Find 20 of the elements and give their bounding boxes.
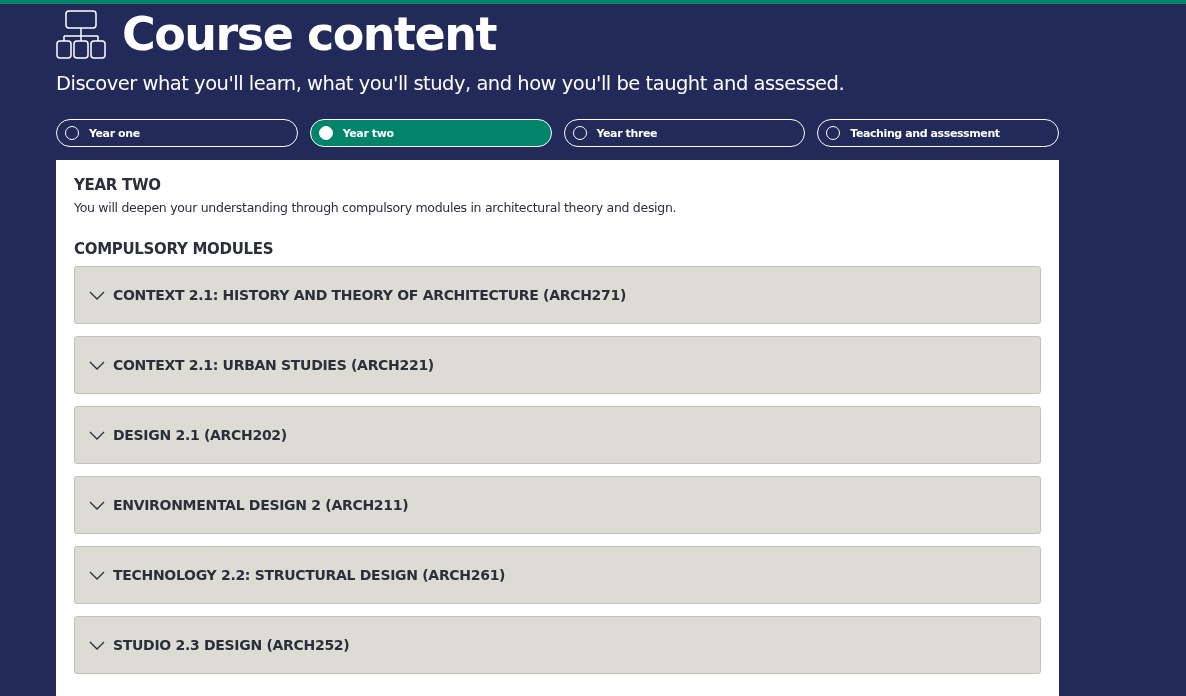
radio-icon xyxy=(318,126,333,140)
year-description: You will deepen your understanding through compulsory modules in architectural theory and design. xyxy=(74,200,678,215)
chevron-icon xyxy=(89,430,105,440)
chevron-icon xyxy=(89,640,105,650)
module-accordion[interactable]: STUDIO 2.3 DESIGN (ARCH252) xyxy=(74,616,1041,674)
module-accordion[interactable]: DESIGN 2.1 (ARCH202) xyxy=(74,406,1041,464)
chevron-icon xyxy=(89,500,105,510)
page-subtitle: Discover what you'll learn, what you'll study, and how you'll be taught and assessed. xyxy=(56,72,846,95)
year-heading: YEAR TWO xyxy=(74,176,162,194)
module-accordion[interactable]: ENVIRONMENTAL DESIGN 2 (ARCH211) xyxy=(74,476,1041,534)
module-accordion[interactable]: TECHNOLOGY 2.2: STRUCTURAL DESIGN (ARCH261) xyxy=(74,546,1041,604)
tab[interactable]: Year two xyxy=(309,119,552,147)
hierarchy-icon xyxy=(56,9,106,59)
module-accordion[interactable]: CONTEXT 2.1: URBAN STUDIES (ARCH221) xyxy=(74,336,1041,394)
module-accordion[interactable]: CONTEXT 2.1: HISTORY AND THEORY OF ARCHITECTURE (ARCH271) xyxy=(74,266,1041,324)
chevron-icon xyxy=(89,570,105,580)
page-title: Course content xyxy=(122,7,496,61)
section-heading: COMPULSORY MODULES xyxy=(74,240,275,258)
chevron-icon xyxy=(89,360,105,370)
chevron-icon xyxy=(89,290,105,300)
